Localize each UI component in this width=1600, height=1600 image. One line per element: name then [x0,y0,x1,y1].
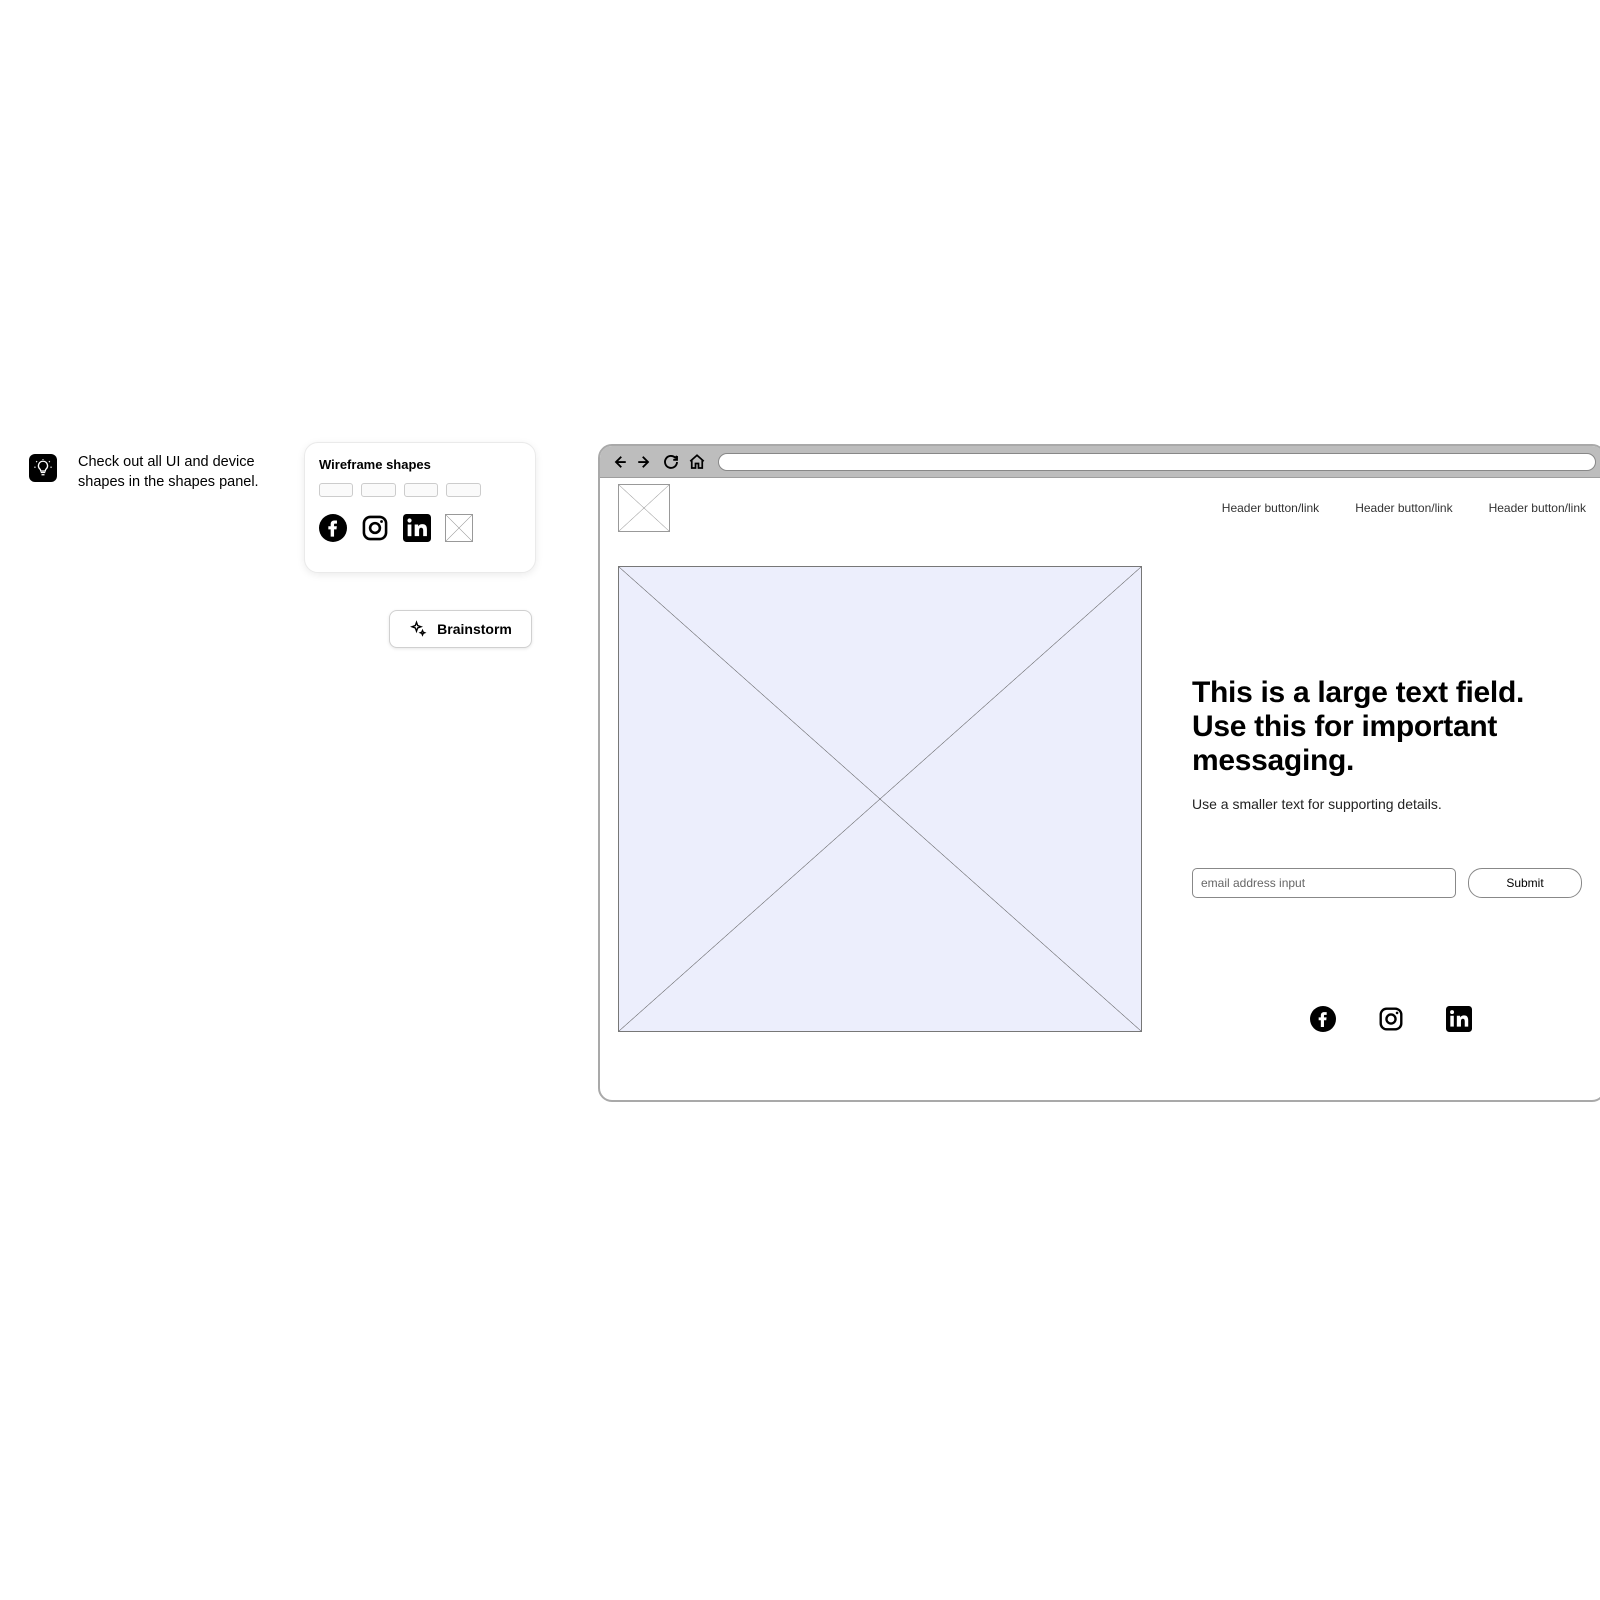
address-bar[interactable] [718,453,1596,471]
shape-thumb[interactable] [319,483,353,497]
shape-thumb[interactable] [489,483,521,497]
image-placeholder-icon[interactable] [445,514,473,542]
linkedin-icon[interactable] [1446,1006,1472,1032]
tip-text: Check out all UI and device shapes in th… [78,452,298,492]
facebook-icon[interactable] [1310,1006,1336,1032]
browser-wireframe: Header button/link Header button/link He… [598,444,1600,1102]
reload-icon[interactable] [660,451,682,473]
page-header: Header button/link Header button/link He… [618,478,1586,538]
sparkle-icon [409,620,427,638]
header-link[interactable]: Header button/link [1355,501,1452,515]
brainstorm-button[interactable]: Brainstorm [389,610,532,648]
lightbulb-icon [29,454,57,482]
back-icon[interactable] [608,451,630,473]
shape-thumb[interactable] [404,483,438,497]
email-input[interactable]: email address input [1192,868,1456,898]
browser-toolbar [600,446,1600,478]
hero-subtext: Use a smaller text for supporting detail… [1192,796,1586,812]
home-icon[interactable] [686,451,708,473]
hero-headline: This is a large text field. Use this for… [1192,676,1532,778]
linkedin-icon[interactable] [403,514,431,542]
wireframe-shapes-card: Wireframe shapes [304,442,536,573]
instagram-icon[interactable] [1378,1006,1404,1032]
shape-thumb[interactable] [361,483,395,497]
facebook-icon[interactable] [319,514,347,542]
forward-icon[interactable] [634,451,656,473]
instagram-icon[interactable] [361,514,389,542]
wireframe-shapes-title: Wireframe shapes [319,457,521,472]
brainstorm-label: Brainstorm [437,621,512,637]
submit-button[interactable]: Submit [1468,868,1582,898]
header-link[interactable]: Header button/link [1489,501,1586,515]
logo-placeholder[interactable] [618,484,670,532]
wireframe-shape-thumbs [319,480,521,500]
header-link[interactable]: Header button/link [1222,501,1319,515]
shape-thumb[interactable] [446,483,480,497]
hero-image-placeholder[interactable] [618,566,1142,1032]
